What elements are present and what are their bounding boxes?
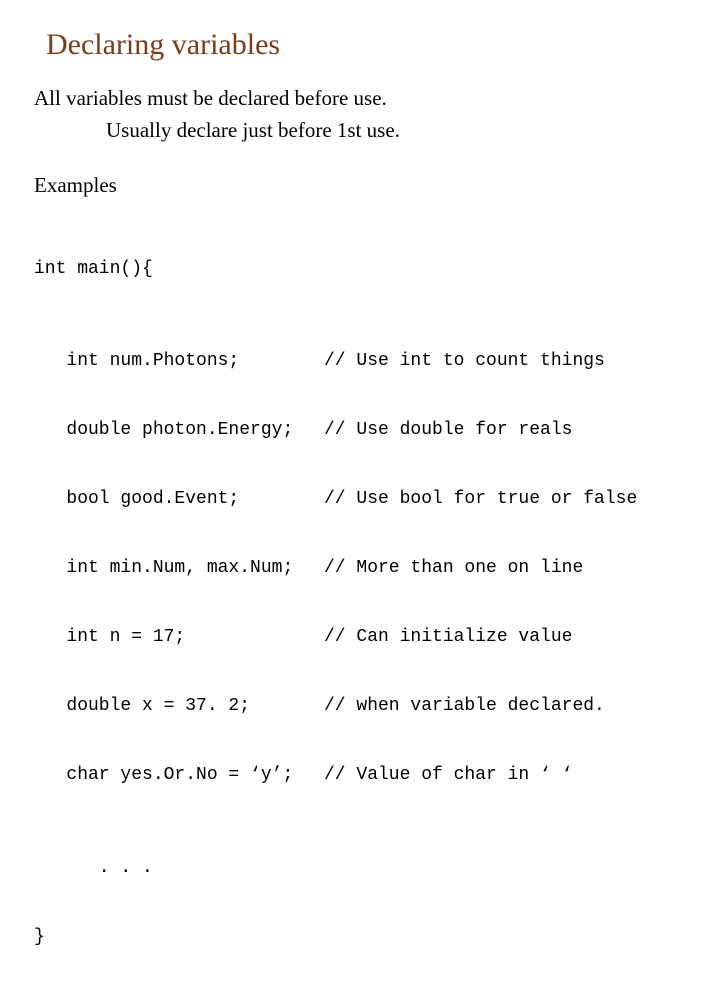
code-comment: // Use bool for true or false [324, 488, 686, 511]
slide: Declaring variables All variables must b… [0, 0, 720, 540]
code-comment: // Use double for reals [324, 419, 686, 442]
code-left: int min.Num, max.Num; [34, 557, 324, 580]
code-comment: // Value of char in ‘ ‘ [324, 764, 686, 787]
code-comment: // More than one on line [324, 557, 686, 580]
slide-title: Declaring variables [46, 28, 686, 62]
code-row: char yes.Or.No = ‘y’; // Value of char i… [34, 764, 686, 787]
code-dots: . . . [34, 857, 686, 880]
intro-line-1: All variables must be declared before us… [34, 84, 686, 112]
code-block: int main(){ int num.Photons; // Use int … [34, 212, 686, 995]
code-left: int num.Photons; [34, 350, 324, 373]
code-row: bool good.Event; // Use bool for true or… [34, 488, 686, 511]
code-comment: // when variable declared. [324, 695, 686, 718]
code-left: double photon.Energy; [34, 419, 324, 442]
code-comment: // Can initialize value [324, 626, 686, 649]
code-row: double x = 37. 2; // when variable decla… [34, 695, 686, 718]
code-left: int n = 17; [34, 626, 324, 649]
code-comment: // Use int to count things [324, 350, 686, 373]
code-row: int min.Num, max.Num; // More than one o… [34, 557, 686, 580]
intro-line-2: Usually declare just before 1st use. [106, 116, 686, 144]
code-row: int num.Photons; // Use int to count thi… [34, 350, 686, 373]
code-close: } [34, 926, 686, 949]
code-row: double photon.Energy; // Use double for … [34, 419, 686, 442]
code-left: bool good.Event; [34, 488, 324, 511]
code-row: int n = 17; // Can initialize value [34, 626, 686, 649]
code-open: int main(){ [34, 258, 686, 281]
examples-heading: Examples [34, 173, 686, 198]
code-left: char yes.Or.No = ‘y’; [34, 764, 324, 787]
code-left: double x = 37. 2; [34, 695, 324, 718]
